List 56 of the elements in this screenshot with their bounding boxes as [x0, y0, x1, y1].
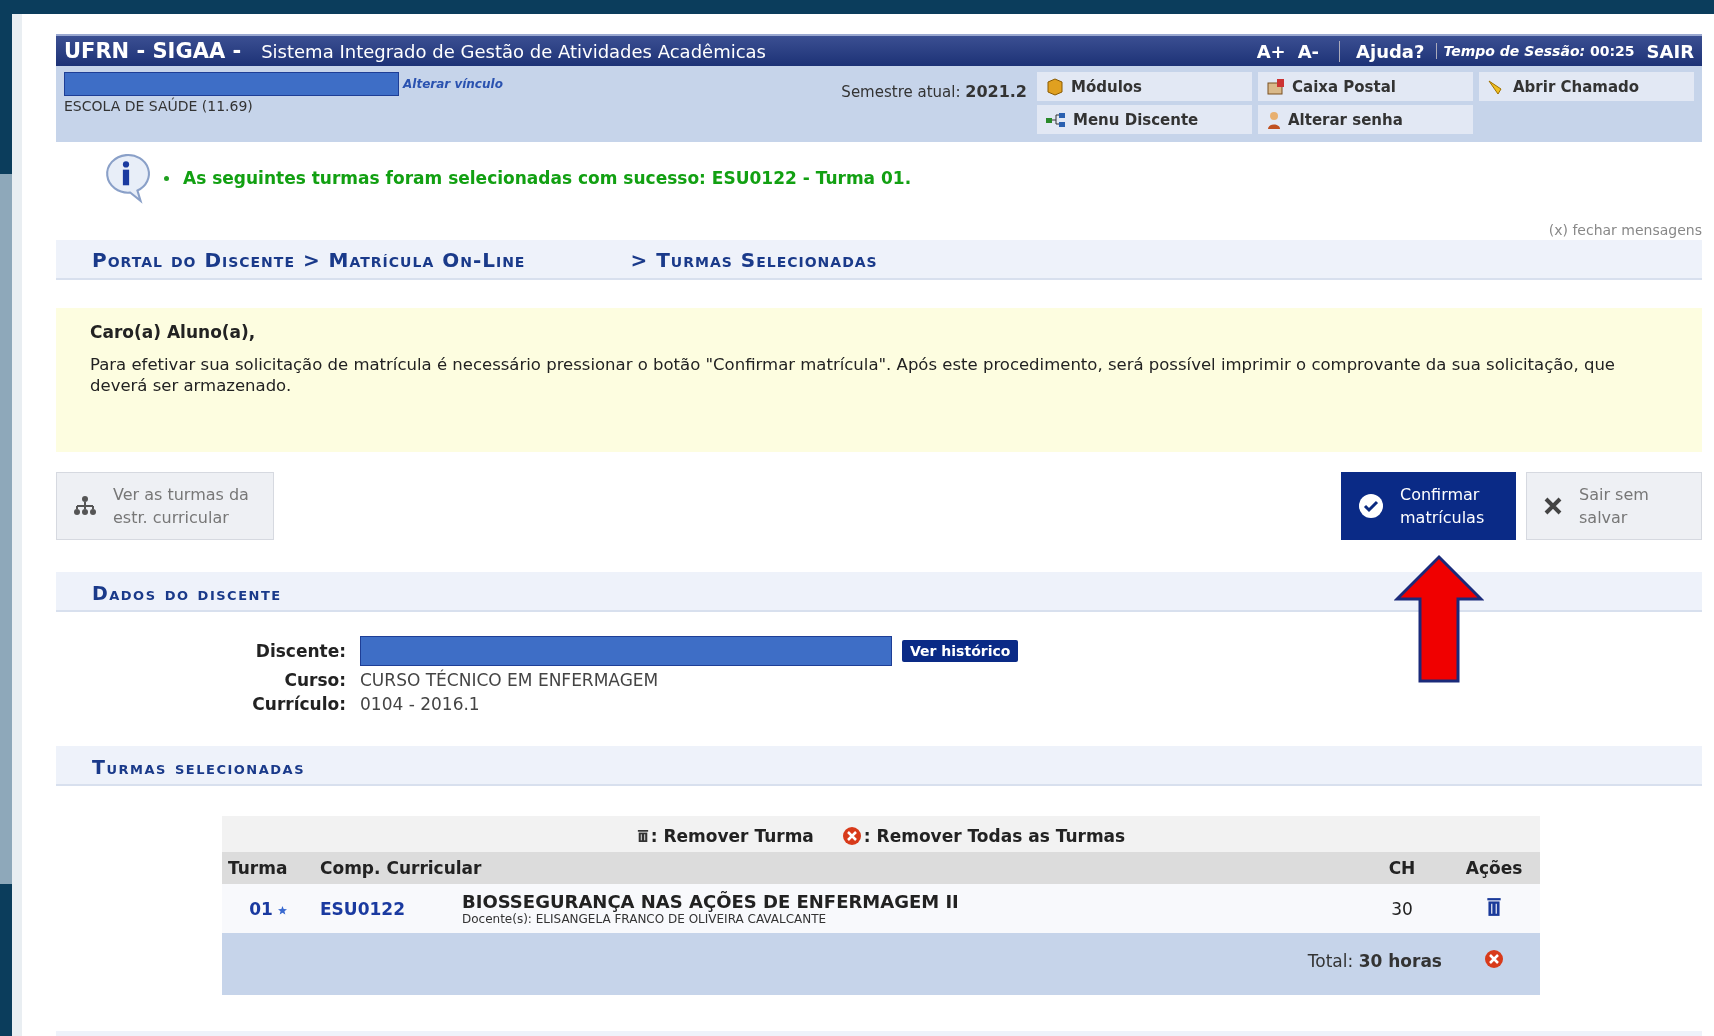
class-link[interactable]: 01 [249, 898, 273, 919]
column-header: Turma [222, 852, 314, 884]
teacher-name: Docente(s): ELISANGELA FRANCO DE OLIVEIRA CAVALCANTE [462, 912, 828, 926]
total-hours: Total: 30 horas [1307, 951, 1442, 971]
field-label: Discente: [254, 641, 346, 661]
system-subtitle: Sistema Integrado de Gestão de Atividades Acadêmicas [261, 40, 766, 62]
field-value: 0104 - 2016.1 [360, 694, 480, 714]
help-link[interactable]: Ajuda? [1339, 40, 1425, 62]
success-message: As seguintes turmas foram selecionadas com sucesso: ESU0122 - Turma 01. [183, 168, 912, 188]
menu-button[interactable]: Alterar senha [1258, 105, 1473, 134]
trash-icon [636, 829, 649, 843]
component-name: BIOSSEGURANÇA NAS AÇÕES DE ENFERMAGEM II [462, 891, 960, 912]
system-name: UFRN - SIGAA - [64, 39, 242, 63]
column-header: Comp. Curricular [314, 852, 1356, 884]
action-button[interactable]: Ver as turmas da estr. curricular [56, 472, 274, 540]
greeting: Caro(a) Aluno(a), [90, 322, 257, 342]
check-icon [1358, 493, 1384, 519]
change-link[interactable]: Alterar vínculo [403, 77, 503, 91]
close-icon [1543, 496, 1563, 516]
mailbox-icon [1266, 76, 1286, 97]
column-header: CH [1356, 852, 1448, 884]
column-header: Ações [1448, 852, 1540, 884]
notice-text: Para efetivar sua solicitação de matrícula é necessário pressionar o botão "Confirmar matrícula". Após este procedimento, será possível imprimir o comprovante da sua solicitação, que deverá ser armazenado. [90, 354, 1617, 396]
font-decrease-link[interactable]: A- [1297, 40, 1320, 62]
legend-label: : Remover Todas as Turmas [863, 826, 1126, 846]
field-value: CURSO TÉCNICO EM ENFERMAGEM [360, 670, 659, 690]
menu-button[interactable]: Caixa Postal [1258, 72, 1473, 101]
menu-button[interactable]: Abrir Chamado [1479, 72, 1694, 101]
breadcrumb-item: > Turmas Selecionadas [630, 248, 878, 272]
field-label: Currículo: [251, 694, 346, 714]
bullet-icon [164, 175, 169, 181]
font-increase-link[interactable]: A+ [1256, 40, 1286, 62]
menu-button[interactable]: Menu Discente [1037, 105, 1252, 134]
history-button[interactable]: Ver histórico [902, 640, 1019, 662]
section-heading: Turmas selecionadas [56, 746, 1702, 786]
cube-icon [1045, 76, 1065, 97]
field-label: Curso: [283, 670, 346, 690]
network-icon [1045, 111, 1067, 128]
remove-icon[interactable] [1484, 949, 1504, 969]
component-code-link[interactable]: ESU0122 [320, 898, 405, 919]
close-messages-link[interactable]: (x) fechar mensagens [1548, 222, 1702, 238]
hours-cell: 30 [1356, 884, 1448, 933]
trash-icon[interactable] [1486, 896, 1502, 917]
section-heading: Dados do discente [56, 572, 1702, 612]
menu-button[interactable]: Módulos [1037, 72, 1252, 101]
logout-link[interactable]: SAIR [1646, 40, 1694, 62]
legend-label: : Remover Turma [650, 826, 814, 846]
action-button[interactable]: Sair sem salvar [1526, 472, 1702, 540]
unit-name: ESCOLA DE SAÚDE (11.69) [64, 98, 254, 114]
breadcrumb-item: Portal do Discente > Matrícula On-Line [92, 248, 526, 272]
remove-icon [841, 826, 862, 846]
session-timer: Tempo de Sessão: 00:25 [1436, 43, 1635, 59]
org-chart-icon [73, 495, 97, 517]
action-button[interactable]: Confirmar matrículas [1341, 472, 1516, 540]
person-icon [1266, 109, 1282, 130]
current-semester: Semestre atual: 2021.2 [841, 82, 1027, 103]
